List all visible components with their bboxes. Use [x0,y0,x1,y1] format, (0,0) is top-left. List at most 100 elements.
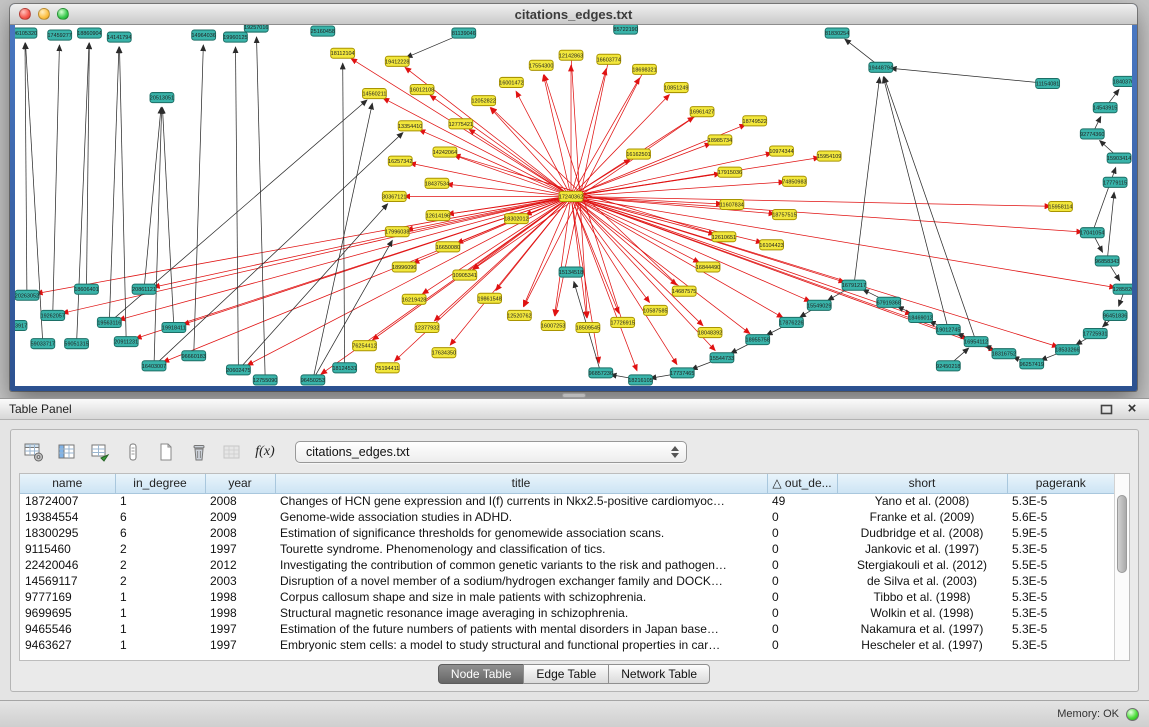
graph-node[interactable]: 12052822 [471,96,495,106]
graph-node[interactable]: 12610651 [712,232,736,242]
graph-node[interactable]: 16961427 [690,107,714,117]
table-row[interactable]: 911546021997Tourette syndrome. Phenomeno… [20,541,1114,557]
graph-node[interactable]: 20513051 [150,93,174,103]
graph-node[interactable]: 17876226 [779,317,803,327]
graph-node[interactable]: 14560211 [362,89,386,99]
graph-node[interactable]: 18698321 [632,64,656,74]
graph-node[interactable]: 17725931 [1083,329,1107,339]
graph-node[interactable]: 11607834 [720,199,744,209]
graph-node[interactable]: 67919368 [877,297,901,307]
column-header-title[interactable]: title [275,474,767,493]
graph-node[interactable]: 76254412 [352,341,376,351]
graph-node[interactable]: 92774360 [1080,129,1104,139]
graph-node[interactable]: 18403762 [1113,76,1132,86]
graph-node[interactable]: 59051315 [64,339,88,349]
column-header-out_degree[interactable]: △ out_de... [767,474,837,493]
graph-node[interactable]: 12142863 [559,50,583,60]
column-header-name[interactable]: name [20,474,115,493]
window-titlebar[interactable]: citations_edges.txt [10,4,1137,25]
network-view[interactable]: 1724036212142863166037741869832110851249… [15,25,1132,386]
column-header-pagerank[interactable]: pagerank [1007,474,1114,493]
graph-node[interactable]: 19563116 [97,317,121,327]
graph-node[interactable]: 18469012 [908,312,932,322]
graph-node[interactable]: 14687575 [672,286,696,296]
graph-node[interactable]: 16650080 [436,242,460,252]
graph-node[interactable]: 17459277 [48,30,72,40]
graph-node[interactable]: 16012108 [410,84,434,94]
graph-node[interactable]: 12755090 [253,375,277,385]
graph-node[interactable]: 90203917 [15,320,27,330]
graph-node[interactable]: 19918411 [162,322,186,332]
graph-node[interactable]: 16403007 [142,361,166,371]
table-row[interactable]: 969969511998Structural magnetic resonanc… [20,605,1114,621]
row-options-button[interactable] [118,438,148,466]
graph-node[interactable]: 16954112 [964,337,988,347]
tab-network-table[interactable]: Network Table [608,664,710,684]
graph-node[interactable]: 14141794 [107,32,131,42]
graph-node[interactable]: 18437534 [425,178,449,188]
graph-node[interactable]: 17726915 [611,317,635,327]
vertical-scrollbar[interactable] [1114,474,1129,660]
float-panel-button[interactable] [1098,401,1114,417]
graph-node[interactable]: 13354410 [398,121,422,131]
graph-node[interactable]: 19257016 [244,25,268,32]
network-canvas[interactable]: 1724036212142863166037741869832110851249… [15,25,1132,386]
table-row[interactable]: 946554611997Estimation of the future num… [20,621,1114,637]
graph-node[interactable]: 18757515 [772,210,796,220]
graph-node[interactable]: 81139046 [452,28,476,38]
graph-node[interactable]: 16007253 [541,320,565,330]
graph-node[interactable]: 81830254 [825,28,849,38]
graph-node[interactable]: 18955758 [746,335,770,345]
table-row[interactable]: 1830029562008Estimation of significance … [20,525,1114,541]
graph-node[interactable]: 16162501 [626,149,650,159]
graph-node[interactable]: 14964036 [192,30,216,40]
graph-node[interactable]: 18302012 [504,214,528,224]
graph-node[interactable]: 10905341 [453,270,477,280]
column-header-year[interactable]: year [205,474,275,493]
close-window-button[interactable] [19,8,31,20]
graph-node[interactable]: 18124531 [332,363,356,373]
table-row[interactable]: 2242004622012Investigating the contribut… [20,557,1114,573]
graph-node[interactable]: 18533266 [1055,345,1079,355]
graph-node[interactable]: 96450253 [301,375,325,385]
graph-node[interactable]: 17041054 [1080,228,1104,238]
graph-node[interactable]: 75194411 [375,363,399,373]
graph-node[interactable]: 15954109 [817,151,841,161]
graph-node[interactable]: 30367121 [382,191,406,201]
graph-node[interactable]: 16104423 [759,240,783,250]
graph-node[interactable]: 20602475 [226,365,250,375]
graph-node[interactable]: 17779115 [1103,177,1127,187]
graph-node[interactable]: 17240362 [559,191,583,201]
graph-node[interactable]: 17996038 [385,227,409,237]
graph-node[interactable]: 12775421 [449,119,473,129]
graph-node[interactable]: 96857236 [589,368,613,378]
scrollbar-thumb[interactable] [1117,495,1127,573]
graph-node[interactable]: 15134518 [559,267,583,277]
new-document-button[interactable] [151,438,181,466]
graph-node[interactable]: 17634350 [432,348,456,358]
graph-node[interactable]: 15903414 [1107,153,1131,163]
graph-node[interactable]: 14242064 [433,147,457,157]
graph-node[interactable]: 20263052 [15,290,39,300]
graph-node[interactable]: 85722190 [613,25,637,34]
graph-node[interactable]: 20911231 [114,337,138,347]
table-row[interactable]: 977716911998Corpus callosum shape and si… [20,589,1114,605]
table-row[interactable]: 1872400712008Changes of HCN gene express… [20,493,1114,509]
column-header-short[interactable]: short [837,474,1007,493]
graph-node[interactable]: 18112104 [331,48,355,58]
column-header-in_degree[interactable]: in_degree [115,474,205,493]
graph-node[interactable]: 96257419 [1020,359,1044,369]
graph-node[interactable]: 18985734 [708,135,732,145]
table-settings-button[interactable] [19,438,49,466]
graph-node[interactable]: 18860904 [77,28,101,38]
graph-node[interactable]: 10974344 [769,146,793,156]
import-table-button[interactable] [217,438,247,466]
close-panel-button[interactable]: × [1124,401,1140,417]
graph-node[interactable]: 11154081 [1036,78,1060,88]
graph-node[interactable]: 19412228 [385,56,409,66]
graph-node[interactable]: 15549029 [807,300,831,310]
graph-node[interactable]: 19448794 [869,62,893,72]
graph-node[interactable]: 96660183 [182,351,206,361]
graph-node[interactable]: 17737465 [670,368,694,378]
graph-node[interactable]: 17915036 [718,167,742,177]
